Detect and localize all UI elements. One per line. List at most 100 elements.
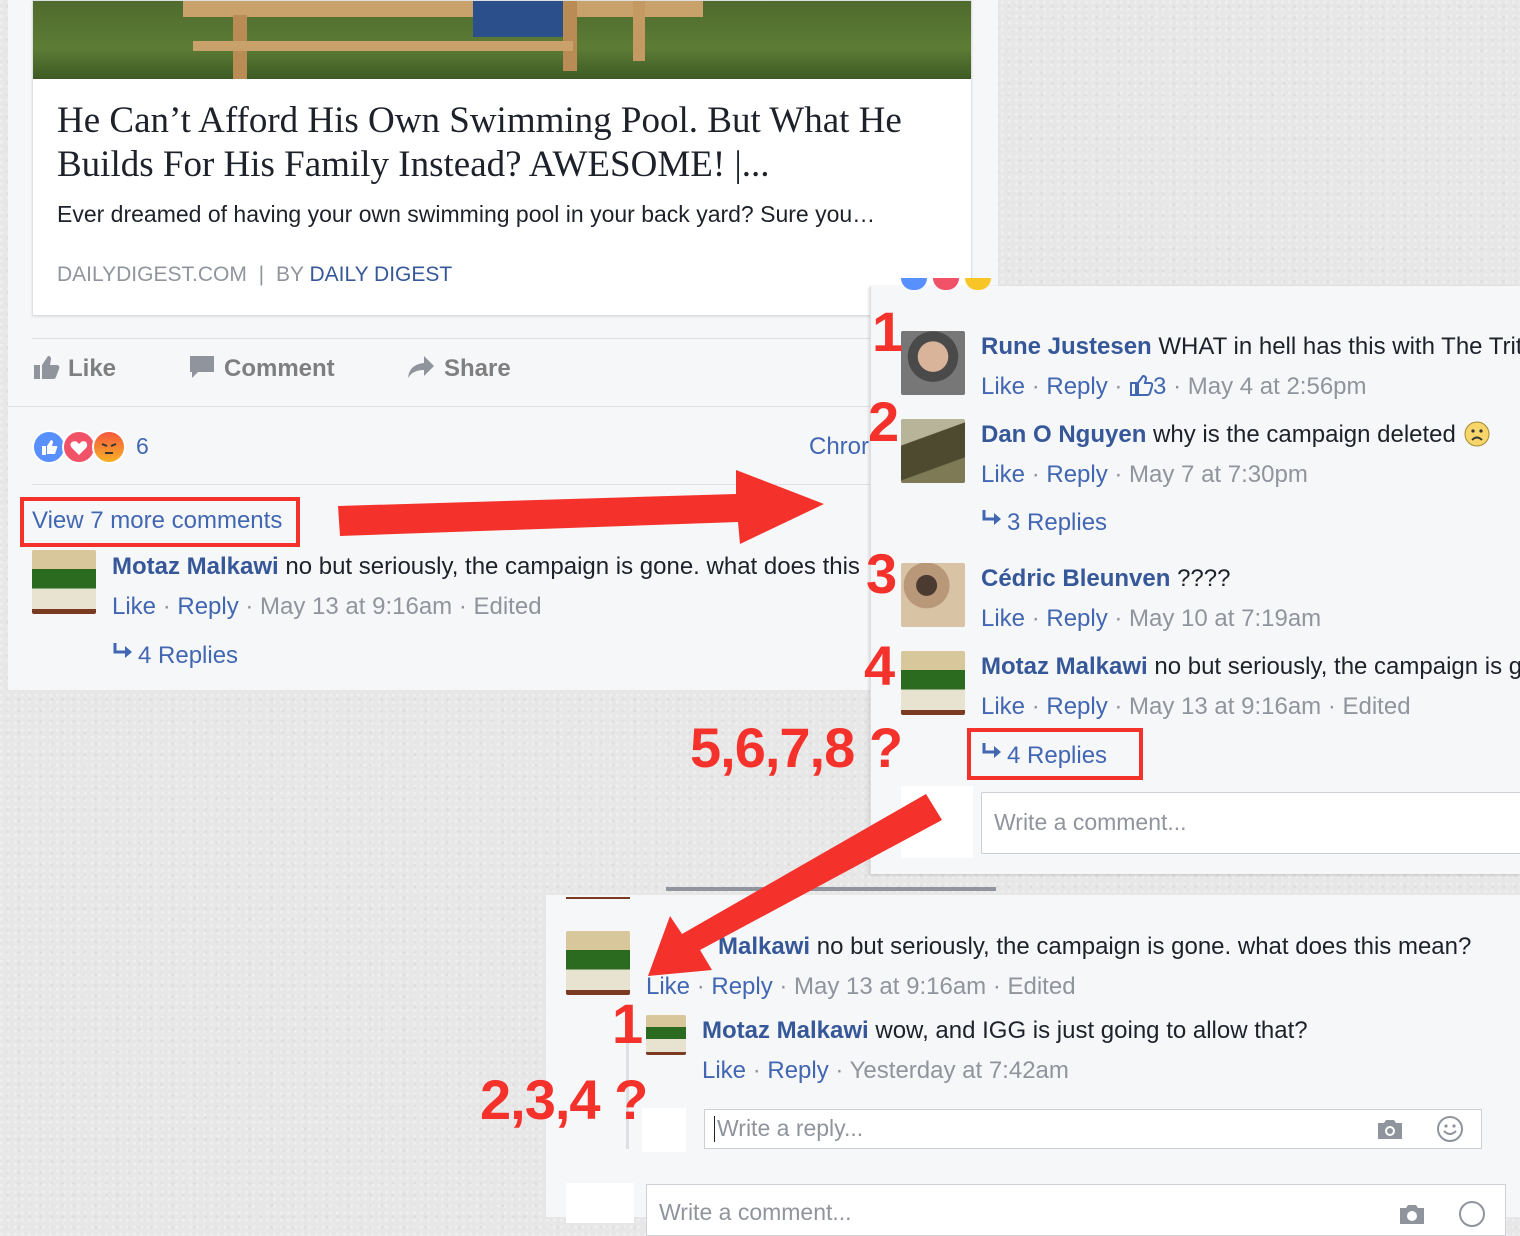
reply-like-link[interactable]: Like [702,1057,746,1084]
post-panel: He Can’t Afford His Own Swimming Pool. B… [8,0,998,690]
annotation-number-4: 4 [864,634,896,697]
comment-author[interactable]: Motaz Malkawi [112,553,279,580]
comment-author[interactable]: Motaz Malkawi [981,653,1148,680]
comment-edited[interactable]: Edited [473,593,541,620]
emoji-icon[interactable] [1457,1199,1487,1229]
annotation-missing-reply-numbers: 2,3,4 ? [480,1068,648,1131]
article-title[interactable]: He Can’t Afford His Own Swimming Pool. B… [57,99,947,187]
like-reaction-icon [32,430,66,464]
comment-reply-link[interactable]: Reply [1046,605,1107,632]
comment-body: Rune Justesen WHAT in hell has this with… [981,332,1520,362]
annotation-arrow-down [648,794,942,976]
comment-reply-link[interactable]: Reply [1046,461,1107,488]
comment-icon [188,354,216,380]
comment-body: Motaz Malkawi no but seriously, the camp… [981,652,1520,682]
comment-reply-link[interactable]: Reply [177,593,238,620]
share-icon [406,354,436,380]
reply-text: wow, and IGG is just going to allow that… [875,1017,1308,1044]
truncated-link[interactable]: Chror [809,433,869,461]
reaction-dots [901,278,1001,290]
comment-meta: Like · Reply · May 13 at 9:16am · Edited [112,593,542,620]
article-card[interactable]: He Can’t Afford His Own Swimming Pool. B… [32,0,972,316]
avatar[interactable] [901,331,965,395]
reaction-count: 6 [136,433,149,459]
angry-reaction-icon [92,430,126,464]
annotation-box-replies [967,728,1143,780]
reply-time[interactable]: Yesterday at 7:42am [850,1057,1069,1084]
action-divider-bottom [8,406,998,407]
composer-avatar [566,1183,634,1223]
love-reaction-icon [62,430,96,464]
comment-reply-link[interactable]: Reply [1046,693,1107,720]
comment-meta: Like · Reply · 3 · May 4 at 2:56pm [981,373,1367,400]
comment-meta: Like · Reply · May 13 at 9:16am · Edited [981,693,1411,720]
comment-time[interactable]: May 10 at 7:19am [1129,605,1321,632]
comment-edited[interactable]: Edited [1342,693,1410,720]
sad-face-icon [1463,420,1491,448]
text-cursor [714,1116,715,1142]
reply-arrow-icon [112,641,138,670]
annotation-arrow-right [338,470,824,544]
avatar[interactable] [32,550,96,614]
comment-like-link[interactable]: Like [981,693,1025,720]
comment-author[interactable]: Cédric Bleunven [981,565,1170,592]
article-domain: DAILYDIGEST.COM [57,263,247,286]
reply-meta: Like · Reply · Yesterday at 7:42am [702,1057,1069,1084]
comment-like-link[interactable]: Like [981,605,1025,632]
comment-author[interactable]: Dan O Nguyen [981,421,1146,448]
article-source: DAILYDIGEST.COM | BY DAILY DIGEST [57,263,453,286]
camera-icon[interactable] [1375,1116,1405,1142]
reply-arrow-icon [981,508,1007,537]
comment-text: no but seriously, the campaign is g [1154,653,1520,680]
comment-time[interactable]: May 4 at 2:56pm [1188,373,1367,400]
write-comment-input[interactable]: Write a comment... [981,792,1520,854]
comment-body: Cédric Bleunven ???? [981,564,1230,594]
reply-composer-avatar [642,1108,686,1152]
comment-like-link[interactable]: Like [981,373,1025,400]
avatar[interactable] [901,419,965,483]
avatar[interactable] [646,1015,686,1055]
annotation-missing-replies: 5,6,7,8 ? [690,716,903,779]
article-by: BY [275,263,304,286]
like-action[interactable]: Like [32,354,116,383]
comment-text: why is the campaign deleted [1153,421,1456,448]
comment-time[interactable]: May 13 at 9:16am [260,593,452,620]
view-replies-link[interactable]: 3 Replies [981,508,1107,537]
annotation-number-2: 2 [868,390,900,453]
camera-icon[interactable] [1397,1201,1427,1227]
emoji-icon[interactable] [1435,1114,1465,1144]
write-comment-input-bottom[interactable]: Write a comment... [646,1184,1506,1236]
comment-edited[interactable]: Edited [1007,973,1075,1000]
comment-action[interactable]: Comment [188,354,335,383]
article-image [33,1,971,79]
expanded-comments-panel: Rune Justesen WHAT in hell has this with… [870,278,1520,874]
action-divider [32,338,998,339]
comment-time[interactable]: May 13 at 9:16am [1129,693,1321,720]
avatar[interactable] [901,651,965,715]
reply-author[interactable]: Motaz Malkawi [702,1017,869,1044]
comment-time[interactable]: May 7 at 7:30pm [1129,461,1308,488]
comment-body: Dan O Nguyen why is the campaign deleted [981,420,1491,450]
comment-text: WHAT in hell has this with The Trit [1158,333,1520,360]
annotation-number-reply-1: 1 [612,992,644,1055]
annotation-number-1: 1 [872,300,904,363]
article-author[interactable]: DAILY DIGEST [309,263,452,286]
reactions-summary[interactable]: 6 [32,430,172,464]
thumbs-up-outline-icon [1129,374,1154,396]
annotation-box-view-more [20,497,300,547]
avatar[interactable] [901,563,965,627]
comment-meta: Like · Reply · May 10 at 7:19am [981,605,1322,632]
write-reply-input[interactable]: Write a reply... [704,1109,1482,1149]
like-count[interactable]: 3 [1129,373,1173,400]
reply-body: Motaz Malkawi wow, and IGG is just going… [702,1016,1308,1046]
comment-like-link[interactable]: Like [981,461,1025,488]
comment-text: ???? [1177,565,1231,592]
comment-author[interactable]: Rune Justesen [981,333,1152,360]
comment-like-link[interactable]: Like [112,593,156,620]
share-action[interactable]: Share [406,354,511,383]
thumbs-up-icon [32,354,60,380]
reply-reply-link[interactable]: Reply [767,1057,828,1084]
avatar[interactable] [566,931,630,995]
view-replies-link[interactable]: 4 Replies [112,641,238,670]
comment-reply-link[interactable]: Reply [1046,373,1107,400]
